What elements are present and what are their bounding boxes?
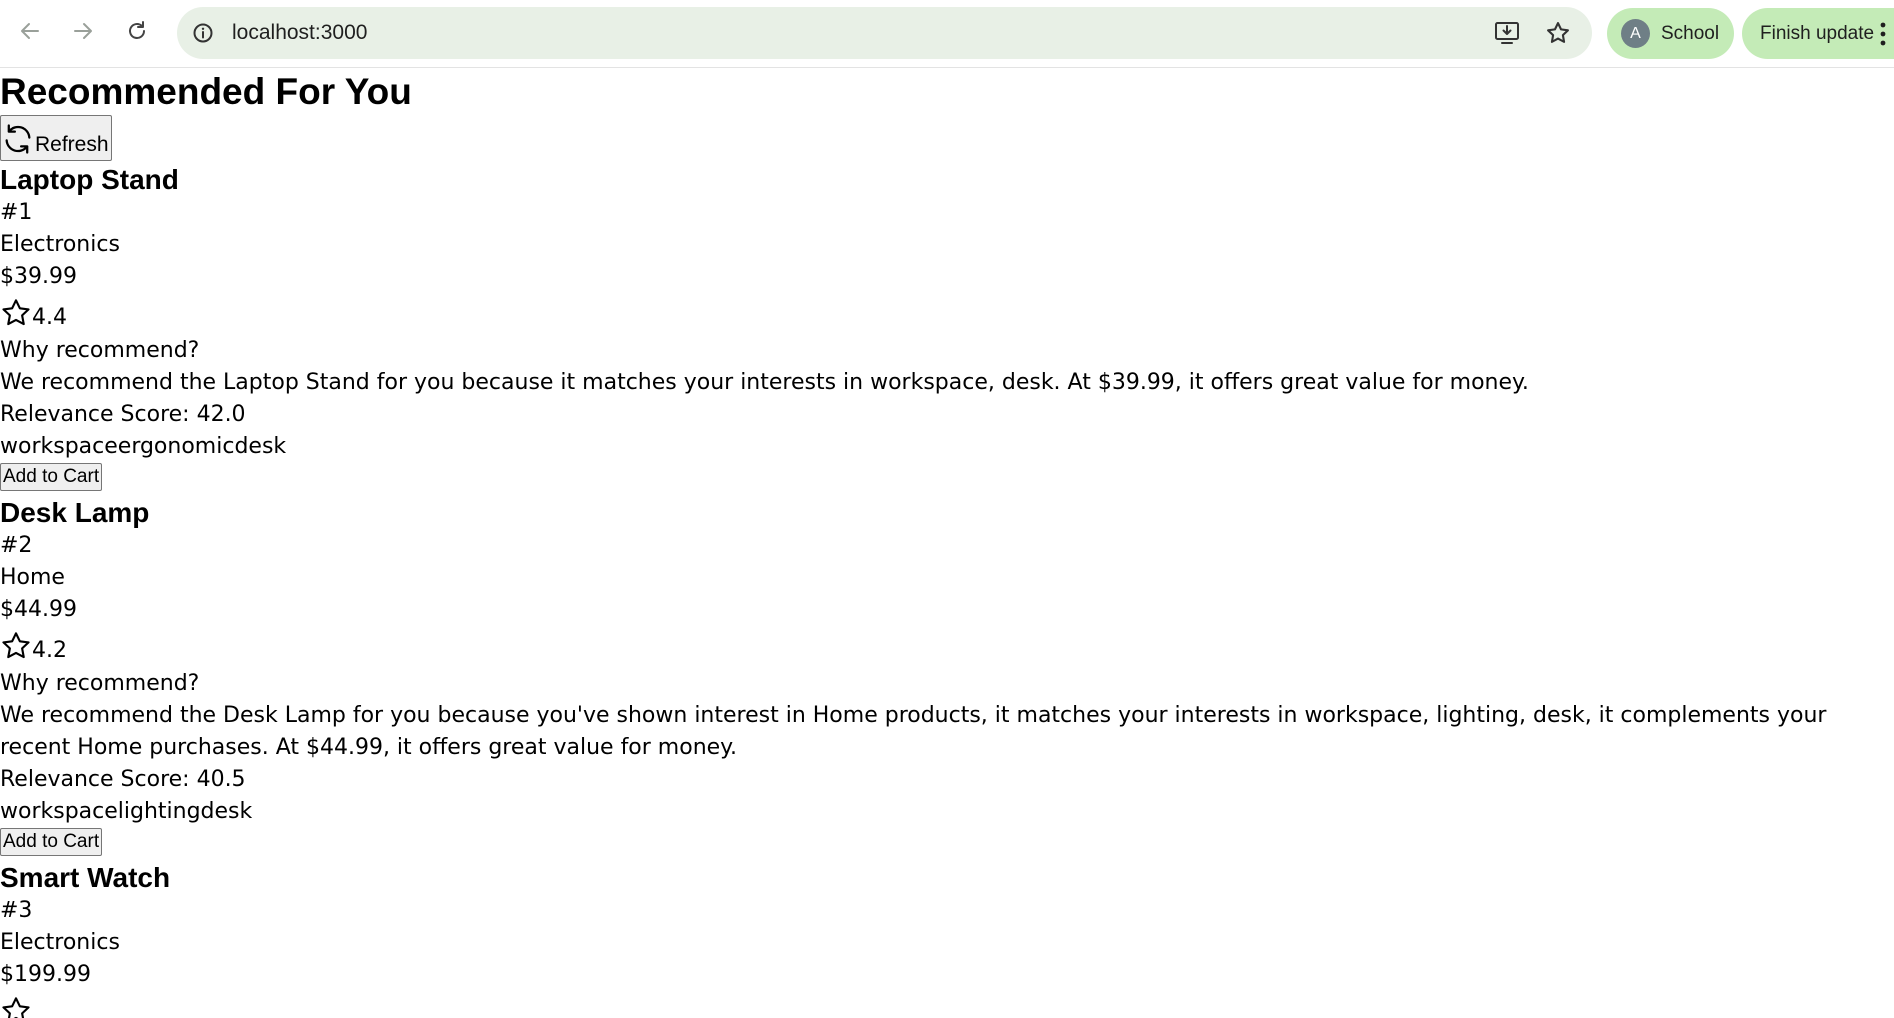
star-icon	[2, 299, 30, 326]
product-rating	[0, 991, 1894, 1018]
add-to-cart-button[interactable]: Add to Cart	[0, 463, 103, 491]
product-tags: workspaceergonomicdesk	[0, 434, 287, 459]
product-card: Laptop Stand #1 Electronics $39.99 4.4 W…	[0, 161, 1894, 494]
product-rank: #3	[0, 898, 33, 923]
page-content: Recommended For You Refresh Laptop Stand…	[0, 69, 1894, 1018]
finish-update-button[interactable]: Finish update	[1742, 8, 1894, 59]
bookmark-star-icon[interactable]	[1544, 19, 1572, 47]
rating-value: 4.2	[32, 638, 67, 663]
recommendation-explanation: We recommend the Laptop Stand for you be…	[0, 370, 1529, 395]
address-bar[interactable]: localhost:3000	[177, 7, 1592, 59]
product-category: Home	[0, 565, 65, 590]
refresh-button[interactable]: Refresh	[0, 115, 112, 161]
product-price: $44.99	[0, 597, 77, 622]
product-name: Desk Lamp	[0, 497, 150, 528]
product-rank: #2	[0, 533, 33, 558]
product-price: $39.99	[0, 264, 77, 289]
site-info-icon[interactable]	[191, 21, 215, 45]
product-name: Laptop Stand	[0, 164, 179, 195]
star-icon	[2, 997, 30, 1018]
forward-button[interactable]	[66, 14, 100, 48]
product-price: $199.99	[0, 962, 91, 987]
product-category: Electronics	[0, 930, 120, 955]
product-card: Desk Lamp #2 Home $44.99 4.2 Why recomme…	[0, 494, 1894, 859]
reload-button[interactable]	[120, 14, 154, 48]
product-tags: workspacelightingdesk	[0, 799, 253, 824]
rating-value: 4.4	[32, 305, 67, 330]
product-card: Smart Watch #3 Electronics $199.99	[0, 859, 1894, 1018]
relevance-score: Relevance Score: 42.0	[0, 402, 246, 427]
star-icon	[2, 632, 30, 659]
recommendation-explanation: We recommend the Desk Lamp for you becau…	[0, 703, 1827, 760]
why-recommend-label: Why recommend?	[0, 671, 200, 696]
back-button[interactable]	[13, 14, 47, 48]
product-name: Smart Watch	[0, 862, 171, 893]
add-to-cart-button[interactable]: Add to Cart	[0, 828, 103, 856]
avatar: A	[1621, 19, 1650, 48]
arrow-left-icon	[21, 23, 39, 39]
refresh-icon	[5, 124, 31, 154]
arrow-right-icon	[74, 23, 92, 39]
why-recommend-label: Why recommend?	[0, 338, 200, 363]
url-text[interactable]: localhost:3000	[232, 20, 367, 46]
product-rating: 4.4	[0, 293, 1894, 335]
page-title: Recommended For You	[0, 71, 412, 112]
profile-button[interactable]: A School	[1607, 8, 1734, 59]
more-menu-icon[interactable]	[1879, 21, 1887, 47]
profile-label: School	[1661, 22, 1720, 44]
browser-toolbar: localhost:3000 A School Finish update	[0, 0, 1894, 68]
update-label: Finish update	[1760, 22, 1875, 44]
reload-icon	[129, 21, 145, 39]
refresh-label: Refresh	[35, 133, 109, 156]
relevance-score: Relevance Score: 40.5	[0, 767, 246, 792]
product-rank: #1	[0, 200, 33, 225]
product-category: Electronics	[0, 232, 120, 257]
product-rating: 4.2	[0, 626, 1894, 668]
install-app-icon[interactable]	[1494, 20, 1522, 46]
